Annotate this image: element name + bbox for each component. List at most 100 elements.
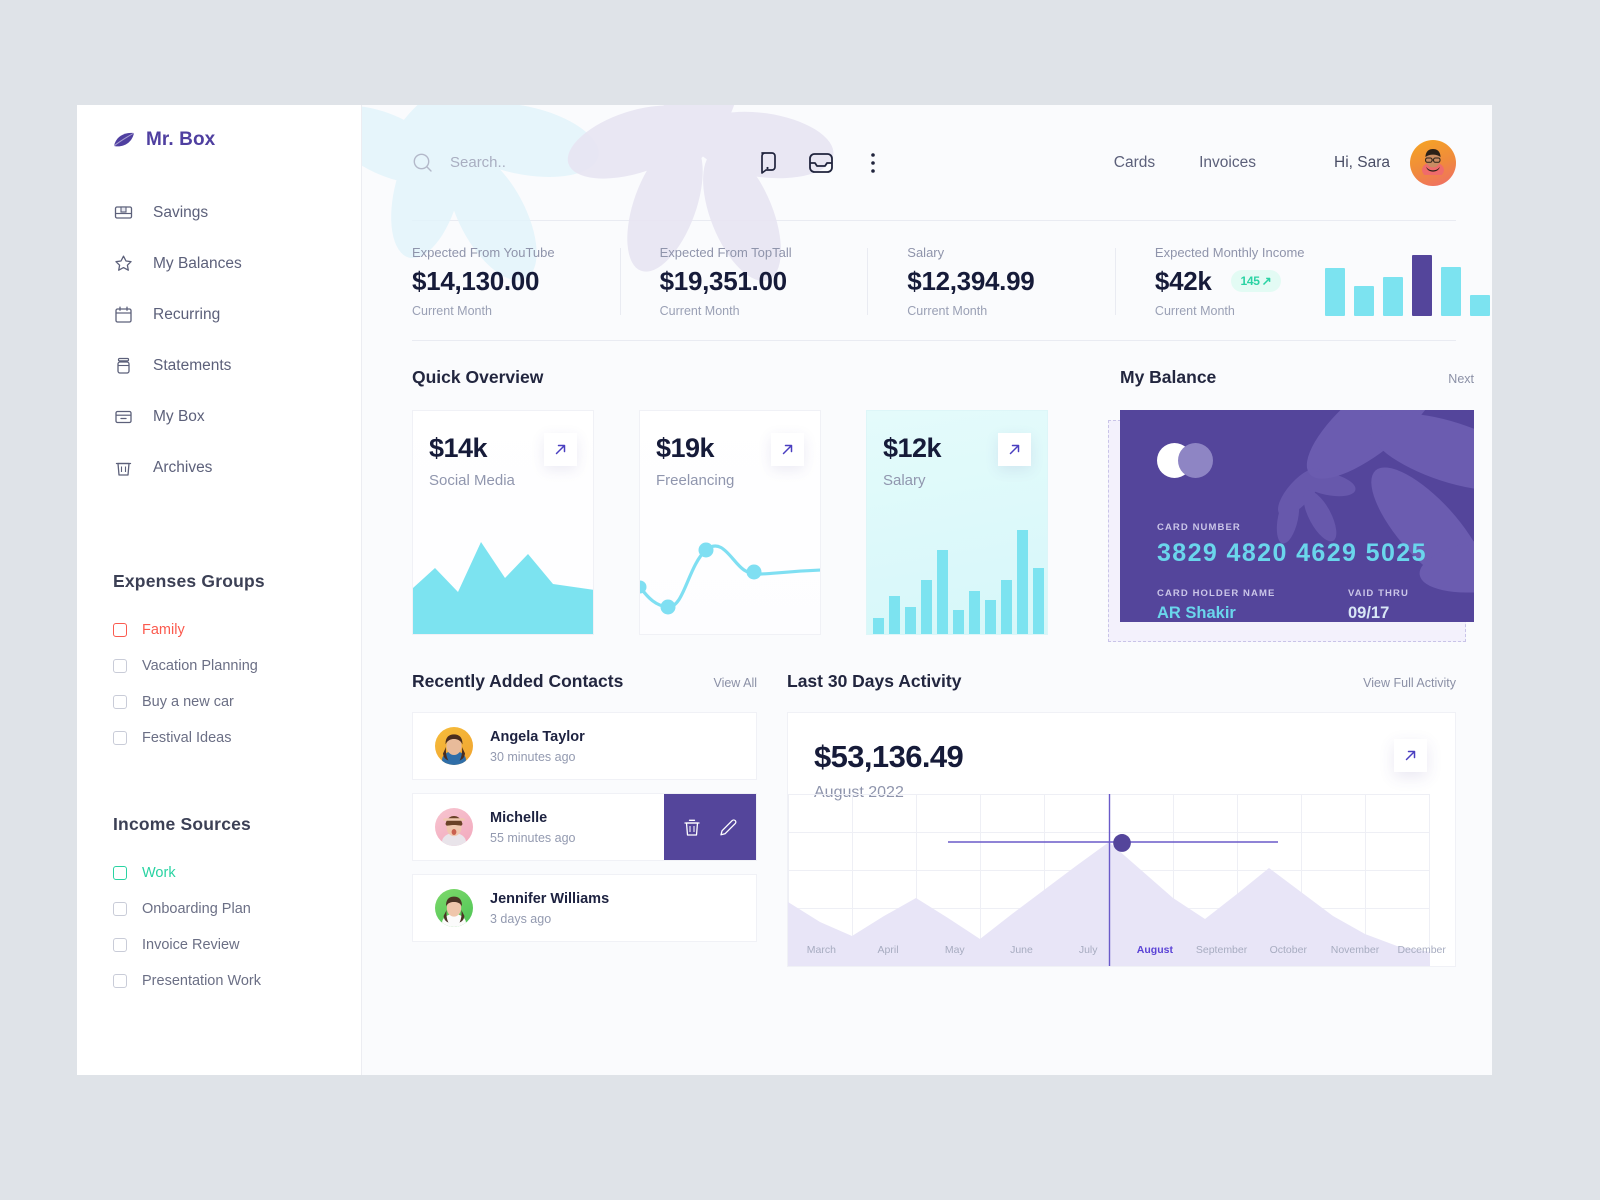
quick-overview-cards: $14k Social Media $19k Freelancing $12k … (412, 410, 1090, 635)
sidebar-item-archives[interactable]: Archives (77, 442, 361, 493)
axis-tick: October (1269, 944, 1307, 956)
mini-bar (1469, 295, 1490, 316)
arrow-up-right-icon[interactable] (1394, 739, 1427, 772)
checkbox[interactable] (113, 866, 127, 880)
sidebar-item-label: Recurring (153, 305, 221, 323)
bar (905, 607, 916, 634)
bar (1001, 580, 1012, 634)
bar (985, 600, 996, 634)
overview-card-salary[interactable]: $12k Salary (866, 410, 1048, 635)
stat-value-row: $42k 145 ↗ (1155, 266, 1305, 297)
dashboard-window: Mr. Box Savings My Balances Recurring St… (77, 105, 1492, 1075)
expense-item-buy-a-new-car[interactable]: Buy a new car (77, 684, 361, 720)
chat-icon[interactable] (756, 150, 782, 176)
bar (1017, 530, 1028, 634)
arrow-up-right-icon[interactable] (544, 433, 577, 466)
sidebar-item-label: Savings (153, 203, 209, 221)
income-sources-title: Income Sources (113, 814, 251, 834)
stat-value: $14,130.00 (412, 266, 540, 296)
checkbox[interactable] (113, 731, 127, 745)
avatar (435, 889, 473, 927)
sidebar-nav: Savings My Balances Recurring Statements (77, 187, 361, 493)
bar (969, 591, 980, 634)
trash-icon[interactable] (681, 816, 703, 838)
income-item-invoice-review[interactable]: Invoice Review (77, 927, 361, 963)
expense-item-festival-ideas[interactable]: Festival Ideas (77, 720, 361, 756)
list-item[interactable]: Angela Taylor 30 minutes ago (412, 712, 757, 780)
expense-item-family[interactable]: Family (77, 612, 361, 648)
overview-label: Freelancing (656, 472, 735, 489)
balance-card-wrap: CARD NUMBER 3829 4820 4629 5025 CARD HOL… (1108, 410, 1474, 642)
contact-text: Angela Taylor 30 minutes ago (490, 728, 585, 764)
checkbox[interactable] (113, 695, 127, 709)
area-chart (413, 542, 593, 634)
sidebar-item-my-balances[interactable]: My Balances (77, 238, 361, 289)
list-item[interactable]: Michelle 55 minutes ago (412, 793, 757, 861)
search-input[interactable] (450, 154, 742, 171)
checkbox[interactable] (113, 974, 127, 988)
checkbox[interactable] (113, 623, 127, 637)
stat-toptall: Expected From TopTall $19,351.00 Current… (619, 245, 868, 318)
savings-box-icon (113, 202, 134, 223)
card-chip (1157, 443, 1213, 478)
stat-label: Expected From YouTube (412, 245, 555, 260)
brand-name: Mr. Box (146, 129, 216, 150)
more-vertical-icon[interactable] (860, 150, 886, 176)
pencil-icon[interactable] (717, 816, 739, 838)
brand[interactable]: Mr. Box (77, 105, 361, 151)
overview-label: Salary (883, 472, 926, 489)
calendar-icon (113, 304, 134, 325)
data-point (746, 564, 762, 580)
income-sources-list: Work Onboarding Plan Invoice Review Pres… (77, 855, 361, 999)
overview-card-social-media[interactable]: $14k Social Media (412, 410, 594, 635)
bar (953, 610, 964, 634)
status-badge: 145 ↗ (1230, 270, 1282, 292)
checkbox[interactable] (113, 938, 127, 952)
expense-item-label: Family (142, 622, 185, 638)
income-item-work[interactable]: Work (77, 855, 361, 891)
inbox-icon[interactable] (808, 150, 834, 176)
view-full-activity-link[interactable]: View Full Activity (1363, 676, 1456, 690)
user-avatar[interactable] (1410, 139, 1456, 186)
credit-card[interactable]: CARD NUMBER 3829 4820 4629 5025 CARD HOL… (1120, 410, 1474, 622)
mini-bar-highlighted (1411, 255, 1432, 316)
list-item[interactable]: Jennifer Williams 3 days ago (412, 874, 757, 942)
expense-item-vacation-planning[interactable]: Vacation Planning (77, 648, 361, 684)
sidebar-item-recurring[interactable]: Recurring (77, 289, 361, 340)
arrow-up-right-icon[interactable] (998, 433, 1031, 466)
arrow-up-right-icon[interactable] (771, 433, 804, 466)
trash-icon (113, 457, 134, 478)
mini-bar (1353, 286, 1374, 316)
expense-item-label: Festival Ideas (142, 730, 232, 746)
axis-tick: May (944, 944, 965, 956)
axis-tick: March (806, 944, 836, 956)
nav-link-cards[interactable]: Cards (1114, 154, 1155, 172)
jar-icon (113, 355, 134, 376)
next-link[interactable]: Next (1448, 372, 1474, 386)
nav-link-invoices[interactable]: Invoices (1199, 154, 1256, 172)
box-icon (113, 406, 134, 427)
bar (873, 618, 884, 634)
stat-sub: Current Month (907, 304, 988, 318)
contacts-list: Angela Taylor 30 minutes ago Michelle 55… (412, 712, 757, 942)
activity-header: Last 30 Days Activity View Full Activity (787, 671, 1456, 692)
section-title: Last 30 Days Activity (787, 671, 962, 691)
stats-row: Expected From YouTube $14,130.00 Current… (362, 221, 1492, 340)
stat-value: $12,394.99 (907, 266, 1035, 296)
checkbox[interactable] (113, 902, 127, 916)
search-box[interactable] (412, 152, 742, 174)
checkbox[interactable] (113, 659, 127, 673)
section-title: Quick Overview (412, 367, 544, 387)
main-content: Cards Invoices Hi, Sara Expected (362, 105, 1492, 1075)
sidebar-item-statements[interactable]: Statements (77, 340, 361, 391)
income-item-onboarding-plan[interactable]: Onboarding Plan (77, 891, 361, 927)
card-valid-block: VAID THRU 09/17 (1348, 588, 1444, 622)
overview-card-freelancing[interactable]: $19k Freelancing (639, 410, 821, 635)
axis-tick: April (877, 944, 899, 956)
sidebar-item-my-box[interactable]: My Box (77, 391, 361, 442)
sidebar-item-label: My Box (153, 407, 205, 425)
income-item-presentation-work[interactable]: Presentation Work (77, 963, 361, 999)
sidebar-item-savings[interactable]: Savings (77, 187, 361, 238)
view-all-link[interactable]: View All (713, 676, 757, 690)
bar (937, 550, 948, 634)
